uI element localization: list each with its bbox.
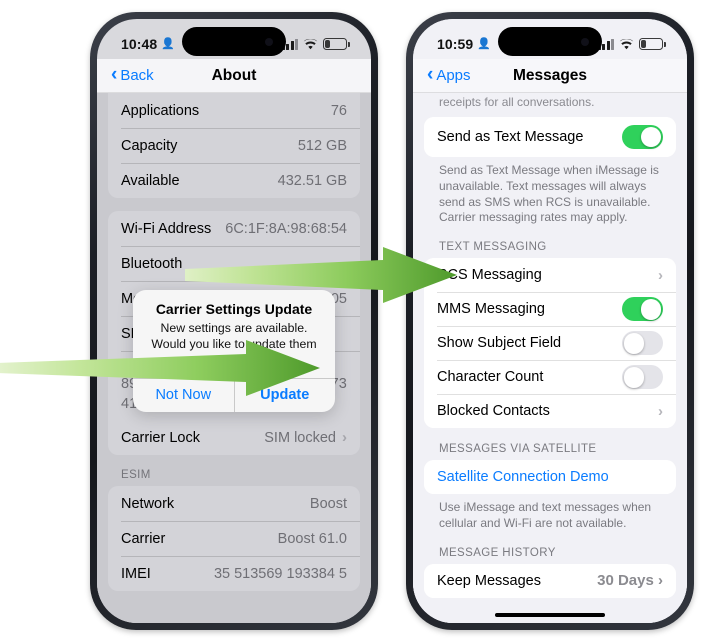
person-icon: 👤 [477, 37, 492, 50]
send-as-text-footnote: Send as Text Message when iMessage is un… [439, 163, 659, 225]
chevron-right-icon: › [658, 572, 663, 590]
alert-message: New settings are available. Would you li… [151, 321, 317, 367]
dynamic-island [498, 27, 602, 56]
row-label: Character Count [437, 369, 544, 386]
satellite-section-header: MESSAGES VIA SATELLITE [439, 443, 597, 456]
alert-title: Carrier Settings Update [155, 301, 313, 317]
text-messaging-section-header: TEXT MESSAGING [439, 241, 547, 254]
send-as-text-group: Send as Text Message [424, 117, 676, 157]
text-messaging-group: RCS Messaging › MMS Messaging Show Subje… [424, 258, 676, 429]
status-time: 10:59 [437, 36, 474, 52]
message-history-group: Keep Messages 30 Days › [424, 563, 676, 598]
phone-left-about: 10:48 👤 ‹ Back About Applications 76 Cap… [90, 12, 378, 630]
apps-back-button[interactable]: ‹ Apps [427, 64, 471, 85]
show-subject-field-toggle[interactable] [622, 331, 663, 356]
alert-update-button[interactable]: Update [233, 379, 336, 413]
row-label: Satellite Connection Demo [437, 469, 609, 486]
character-count-toggle[interactable] [622, 365, 663, 390]
screenshot-stage: 10:48 👤 ‹ Back About Applications 76 Cap… [0, 0, 719, 641]
row-mms-messaging[interactable]: MMS Messaging [424, 292, 676, 327]
chevron-right-icon: › [658, 266, 663, 284]
phone-right-messages: 10:59 👤 ‹ Apps Messages receipts for all… [406, 12, 694, 630]
about-screen: 10:48 👤 ‹ Back About Applications 76 Cap… [97, 19, 371, 623]
front-camera-icon [581, 37, 589, 46]
messages-screen: 10:59 👤 ‹ Apps Messages receipts for all… [413, 19, 687, 623]
chevron-right-icon: › [658, 402, 663, 420]
row-label: Show Subject Field [437, 335, 562, 352]
row-character-count[interactable]: Character Count [424, 360, 676, 395]
row-satellite-connection-demo[interactable]: Satellite Connection Demo [424, 460, 676, 495]
battery-low-icon [639, 38, 666, 50]
phone-right-screen: 10:59 👤 ‹ Apps Messages receipts for all… [413, 19, 687, 623]
row-blocked-contacts[interactable]: Blocked Contacts › [424, 394, 676, 429]
keep-messages-value-group: 30 Days › [597, 572, 663, 589]
row-value: 30 Days [597, 572, 654, 590]
row-keep-messages[interactable]: Keep Messages 30 Days › [424, 563, 676, 598]
messages-scroll-body[interactable]: receipts for all conversations. Send as … [413, 93, 687, 623]
mms-messaging-toggle[interactable] [622, 297, 663, 322]
status-bar-right: 10:59 👤 [413, 19, 687, 59]
row-label: Send as Text Message [437, 129, 584, 145]
send-as-text-toggle[interactable] [622, 125, 663, 149]
row-send-as-text-message[interactable]: Send as Text Message [424, 117, 676, 157]
alert-buttons: Not Now Update [133, 378, 336, 413]
row-rcs-messaging[interactable]: RCS Messaging › [424, 258, 676, 293]
row-show-subject-field[interactable]: Show Subject Field [424, 326, 676, 361]
status-icons-right [597, 38, 666, 50]
carrier-settings-update-alert: Carrier Settings Update New settings are… [133, 290, 336, 413]
home-indicator [495, 613, 605, 617]
chevron-left-icon: ‹ [427, 64, 434, 85]
message-history-section-header: MESSAGE HISTORY [439, 546, 556, 559]
satellite-footnote: Use iMessage and text messages when cell… [439, 500, 652, 531]
wifi-icon [619, 38, 634, 50]
nav-bar-right: ‹ Apps Messages [413, 59, 687, 93]
row-label: Blocked Contacts [437, 403, 550, 420]
back-button-label: Apps [436, 67, 471, 84]
alert-text-block: Carrier Settings Update New settings are… [133, 290, 335, 378]
partial-footnote-top: receipts for all conversations. [439, 95, 595, 109]
row-label: RCS Messaging [437, 267, 542, 284]
status-time-group: 10:59 👤 [437, 36, 491, 52]
row-label: MMS Messaging [437, 301, 545, 318]
alert-cancel-button[interactable]: Not Now [133, 379, 234, 412]
phone-left-screen: 10:48 👤 ‹ Back About Applications 76 Cap… [97, 19, 371, 623]
row-label: Keep Messages [437, 572, 541, 589]
satellite-group: Satellite Connection Demo [424, 460, 676, 495]
